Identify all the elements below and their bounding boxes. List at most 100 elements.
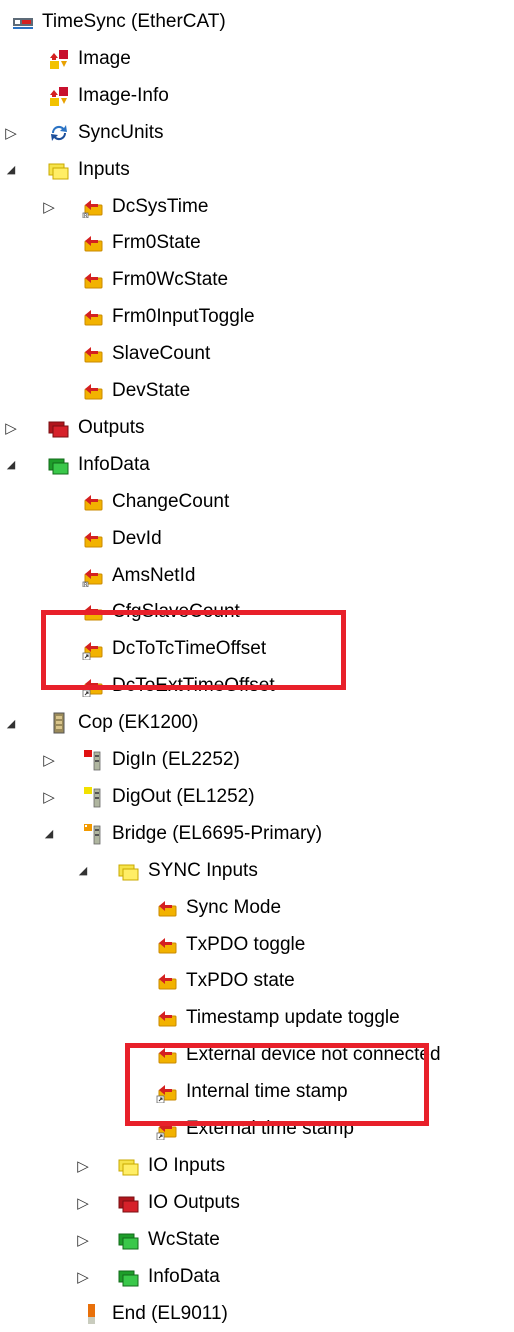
tree-node-syncunits[interactable]: ▷ SyncUnits [0, 115, 514, 151]
tree-node-image-info[interactable]: Image-Info [0, 78, 514, 114]
expand-arrow-open-icon[interactable]: ◢ [74, 853, 92, 889]
tree-node-label: Image [78, 47, 131, 69]
tree-node-digout-el1252[interactable]: ▷ DigOut (EL1252) [0, 779, 514, 815]
expand-arrow-closed-icon[interactable]: ▷ [74, 1222, 92, 1258]
tree-node-dcsystime[interactable]: ▷ R DcSysTime [0, 189, 514, 225]
input-var-icon [82, 601, 104, 623]
tree-node-label: Internal time stamp [186, 1081, 348, 1103]
tree-node-label: SlaveCount [112, 343, 211, 365]
outputs-folder-icon [118, 1192, 140, 1214]
tree-node-label: SyncUnits [78, 121, 164, 143]
input-var-linked-icon: R [82, 196, 104, 219]
tree-node-cfgslavecount[interactable]: CfgSlaveCount [0, 594, 514, 630]
tree-node-label: External device not connected [186, 1044, 441, 1066]
tree-node-image[interactable]: Image [0, 41, 514, 77]
input-var-icon [156, 1007, 178, 1029]
tree-node-label: DevId [112, 527, 162, 549]
tree-node-label: IO Outputs [148, 1191, 240, 1213]
tree-node-wcstate[interactable]: ▷ WcState [0, 1222, 514, 1258]
tree-node-label: ChangeCount [112, 490, 230, 512]
tree-node-label: SYNC Inputs [148, 859, 258, 881]
tree-node-cop-ek1200[interactable]: ◢ Cop (EK1200) [0, 705, 514, 741]
tree-node-label: Cop (EK1200) [78, 712, 199, 734]
tree-node-label: External time stamp [186, 1118, 354, 1139]
infodata-folder-icon [48, 454, 70, 476]
tree-node-frm0wcstate[interactable]: Frm0WcState [0, 262, 514, 298]
coupler-icon [48, 712, 70, 734]
tree-node-amsnetid[interactable]: R AmsNetId [0, 558, 514, 594]
input-var-icon [156, 970, 178, 992]
tree-node-frm0inputtoggle[interactable]: Frm0InputToggle [0, 299, 514, 335]
expand-arrow-closed-icon[interactable]: ▷ [2, 410, 20, 446]
input-var-mapped-icon [156, 1081, 178, 1104]
tree-node-sync-inputs[interactable]: ◢ SYNC Inputs [0, 853, 514, 889]
tree-node-changecount[interactable]: ChangeCount [0, 484, 514, 520]
tree-node-label: Frm0InputToggle [112, 306, 255, 328]
tree-node-label: TimeSync (EtherCAT) [42, 11, 226, 32]
input-var-icon [82, 269, 104, 291]
tree-node-dctotctimeoffset[interactable]: DcToTcTimeOffset [0, 631, 514, 667]
inputs-folder-icon [48, 159, 70, 181]
tree-node-dctoexttimeoffset[interactable]: DcToExtTimeOffset [0, 668, 514, 704]
tree-node-frm0state[interactable]: Frm0State [0, 225, 514, 261]
tree-node-label: IO Inputs [148, 1154, 226, 1176]
input-var-mapped-icon [82, 675, 104, 698]
tree-node-io-inputs[interactable]: ▷ IO Inputs [0, 1148, 514, 1184]
expand-arrow-closed-icon[interactable]: ▷ [74, 1148, 92, 1184]
solution-tree: TimeSync (EtherCAT) Image Image-Info ▷ SyncU… [0, 0, 514, 1324]
input-var-mapped-icon [82, 638, 104, 661]
expand-arrow-closed-icon[interactable]: ▷ [2, 115, 20, 151]
outputs-folder-icon [48, 417, 70, 439]
tree-node-label: End (EL9011) [112, 1302, 228, 1324]
expand-arrow-open-icon[interactable]: ◢ [2, 447, 20, 483]
tree-node-sync-mode[interactable]: Sync Mode [0, 890, 514, 926]
expand-arrow-closed-icon[interactable]: ▷ [74, 1259, 92, 1295]
sync-units-icon [48, 122, 70, 144]
input-var-mapped-icon [156, 1118, 178, 1141]
tree-node-label: CfgSlaveCount [112, 601, 240, 623]
tree-node-slavecount[interactable]: SlaveCount [0, 336, 514, 372]
tree-node-label: InfoData [148, 1265, 220, 1287]
tree-node-timestamp-update-toggle[interactable]: Timestamp update toggle [0, 1000, 514, 1036]
tree-node-infodata[interactable]: ◢ InfoData [0, 447, 514, 483]
tree-node-digin-el2252[interactable]: ▷ DigIn (EL2252) [0, 742, 514, 778]
expand-arrow-open-icon[interactable]: ◢ [40, 816, 58, 852]
expand-arrow-closed-icon[interactable]: ▷ [74, 1185, 92, 1221]
tree-node-label: AmsNetId [112, 564, 196, 586]
tree-node-label: TxPDO state [186, 970, 295, 992]
tree-node-txpdo-state[interactable]: TxPDO state [0, 963, 514, 999]
tree-node-bridge-el6695-primary[interactable]: ◢ Bridge (EL6695-Primary) [0, 816, 514, 852]
tree-node-inputs[interactable]: ◢ Inputs [0, 152, 514, 188]
expand-arrow-closed-icon[interactable]: ▷ [40, 189, 58, 225]
tree-node-end-el9011[interactable]: End (EL9011) [0, 1296, 514, 1332]
terminal-orange-icon [82, 823, 104, 845]
inputs-folder-icon [118, 1155, 140, 1177]
tree-node-label: DigIn (EL2252) [112, 749, 240, 770]
expand-arrow-open-icon[interactable]: ◢ [2, 705, 20, 741]
tree-node-infodata[interactable]: ▷ InfoData [0, 1259, 514, 1295]
tree-node-txpdo-toggle[interactable]: TxPDO toggle [0, 927, 514, 963]
tree-node-label: TxPDO toggle [186, 933, 306, 955]
tree-node-external-device-not-connected[interactable]: External device not connected [0, 1037, 514, 1073]
tree-node-io-outputs[interactable]: ▷ IO Outputs [0, 1185, 514, 1221]
tree-node-outputs[interactable]: ▷ Outputs [0, 410, 514, 446]
expand-arrow-open-icon[interactable]: ◢ [2, 152, 20, 188]
input-var-icon [82, 380, 104, 402]
expand-arrow-closed-icon[interactable]: ▷ [40, 742, 58, 778]
tree-node-label: DigOut (EL1252) [112, 785, 255, 807]
expand-arrow-closed-icon[interactable]: ▷ [40, 779, 58, 815]
tree-node-external-time-stamp[interactable]: External time stamp [0, 1111, 514, 1147]
tree-node-label: Inputs [78, 158, 130, 180]
tree-node-label: Timestamp update toggle [186, 1007, 400, 1029]
tree-node-internal-time-stamp[interactable]: Internal time stamp [0, 1074, 514, 1110]
tree-node-devstate[interactable]: DevState [0, 373, 514, 409]
tree-node-timesync-ethercat[interactable]: TimeSync (EtherCAT) [0, 4, 514, 40]
tree-node-devid[interactable]: DevId [0, 521, 514, 557]
input-var-icon [156, 897, 178, 919]
input-var-icon [82, 306, 104, 328]
terminal-yellow-icon [82, 786, 104, 808]
tree-node-label: Outputs [78, 416, 145, 438]
input-var-linked-icon: R [82, 565, 104, 588]
tree-node-label: WcState [148, 1228, 220, 1250]
tree-node-label: Image-Info [78, 84, 169, 106]
